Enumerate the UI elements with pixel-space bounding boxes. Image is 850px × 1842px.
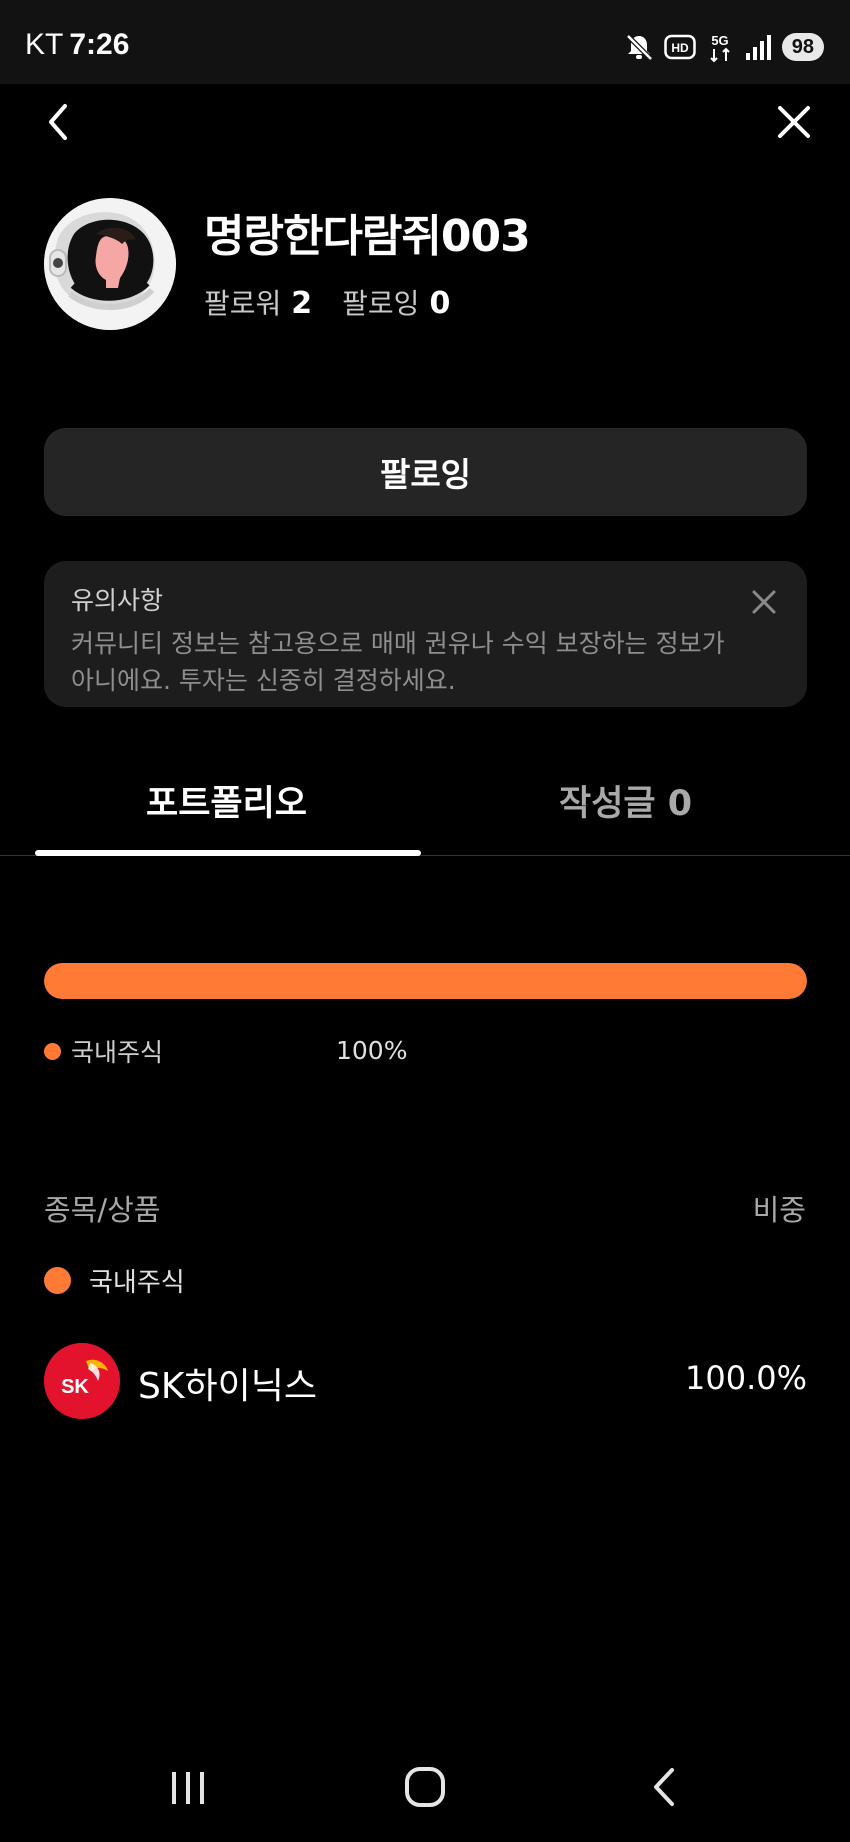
- holding-weight: 100.0%: [684, 1359, 807, 1397]
- back-button[interactable]: [28, 92, 88, 152]
- followers-label: 팔로워: [204, 287, 282, 320]
- mute-icon: [625, 34, 653, 61]
- back-nav-icon[interactable]: [648, 1766, 678, 1808]
- holding-name: SK하이닉스: [138, 1366, 317, 1407]
- followers-stat[interactable]: 팔로워 2: [204, 282, 312, 322]
- home-icon[interactable]: [404, 1766, 446, 1808]
- following-stat[interactable]: 팔로잉 0: [342, 282, 450, 322]
- allocation-bar-fill: [44, 963, 807, 999]
- group-dot-icon: [44, 1267, 71, 1294]
- tab-portfolio[interactable]: 포트폴리오: [146, 775, 307, 826]
- 5g-icon: 5G: [710, 33, 730, 63]
- legend-label: 국내주식: [71, 1038, 164, 1067]
- username: 명랑한다람쥐003: [204, 211, 531, 262]
- close-button[interactable]: [764, 92, 824, 152]
- status-time: 7:26: [69, 28, 130, 61]
- legend-percent: 100%: [336, 1036, 408, 1065]
- recent-apps-icon[interactable]: [168, 1768, 208, 1808]
- avatar: [44, 198, 176, 330]
- status-carrier: KT 7:26: [25, 28, 129, 62]
- status-icons: HD 5G 98: [624, 30, 824, 64]
- legend-dot-icon: [44, 1042, 61, 1060]
- sk-hynix-logo-icon: SK: [44, 1343, 120, 1419]
- notice-close-icon[interactable]: [749, 587, 779, 617]
- logo-text: SK: [61, 1376, 89, 1398]
- close-icon: [778, 106, 810, 138]
- notice-body: 커뮤니티 정보는 참고용으로 매매 권유나 수익 보장하는 정보가 아니에요. …: [71, 629, 725, 695]
- following-button[interactable]: 팔로잉: [44, 428, 807, 516]
- battery-icon: 98: [781, 33, 824, 61]
- allocation-legend: 국내주식: [44, 1034, 163, 1068]
- hd-icon: HD: [664, 34, 696, 60]
- holdings-header-name: 종목/상품: [44, 1193, 161, 1227]
- system-nav-bar: [0, 1740, 850, 1842]
- following-count: 0: [429, 286, 451, 321]
- carrier-label: KT: [25, 28, 64, 61]
- holding-group: 국내주식: [44, 1262, 185, 1299]
- status-bar: KT 7:26 HD 5G 98: [0, 0, 850, 84]
- holdings-header-weight: 비중: [752, 1193, 806, 1227]
- holding-row[interactable]: SK SK하이닉스 100.0%: [44, 1343, 807, 1419]
- follow-stats: 팔로워 2 팔로잉 0: [204, 282, 450, 322]
- notice-card: 유의사항 커뮤니티 정보는 참고용으로 매매 권유나 수익 보장하는 정보가 아…: [44, 561, 807, 707]
- svg-text:HD: HD: [671, 41, 689, 55]
- allocation-bar: [44, 963, 807, 999]
- following-label: 팔로잉: [342, 287, 420, 320]
- group-label: 국내주식: [89, 1268, 185, 1298]
- tab-active-indicator: [35, 850, 421, 856]
- signal-icon: [745, 35, 771, 60]
- svg-text:5G: 5G: [711, 33, 728, 48]
- notice-title: 유의사항: [71, 586, 164, 615]
- tab-posts[interactable]: 작성글 0: [559, 775, 692, 826]
- followers-count: 2: [291, 286, 313, 321]
- chevron-left-icon: [49, 104, 67, 140]
- astronaut-avatar-icon: [44, 198, 176, 330]
